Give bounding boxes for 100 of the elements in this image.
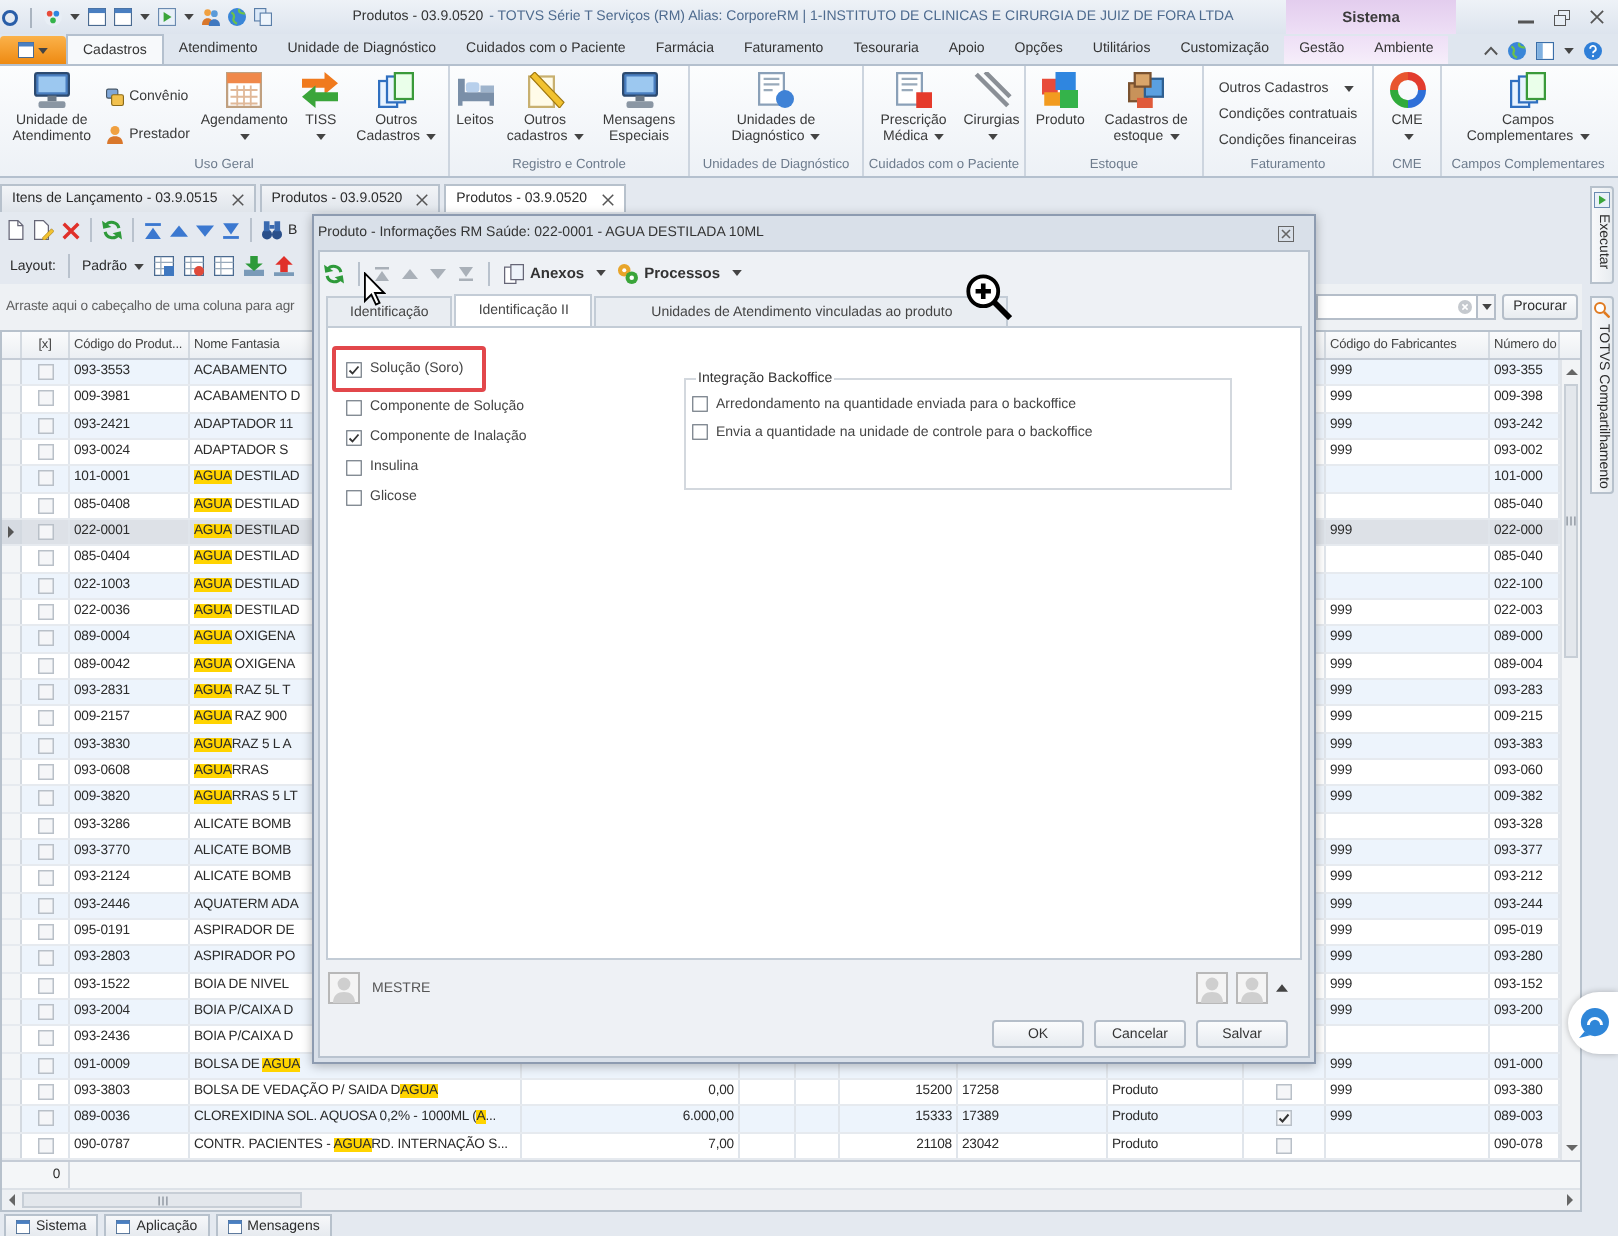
triangle-up-icon[interactable]	[170, 221, 188, 239]
row-indicator[interactable]	[2, 519, 22, 545]
checkbox[interactable]	[37, 1057, 53, 1074]
scrollbar-thumb[interactable]	[22, 1192, 302, 1208]
scrollbar-thumb[interactable]	[1564, 384, 1578, 658]
window-icon[interactable]	[88, 8, 106, 26]
checkbox[interactable]	[37, 1084, 53, 1101]
caret-down-icon	[1481, 304, 1491, 310]
people-icon[interactable]	[202, 8, 220, 26]
checkbox[interactable]	[37, 470, 53, 487]
checkbox[interactable]	[37, 604, 53, 621]
play-icon[interactable]	[158, 8, 176, 26]
last-record-icon[interactable]	[222, 221, 240, 239]
document-icon	[893, 72, 934, 108]
globe-icon[interactable]	[1508, 41, 1526, 59]
table-delete-icon[interactable]	[183, 256, 204, 276]
checkbox[interactable]	[37, 630, 53, 647]
checkbox[interactable]	[346, 489, 362, 505]
checkbox[interactable]	[37, 657, 53, 674]
table-icon[interactable]	[213, 256, 234, 276]
checkbox[interactable]	[692, 424, 708, 440]
triangle-down-icon[interactable]	[196, 221, 214, 239]
checkbox[interactable]	[37, 817, 53, 834]
delete-icon[interactable]	[62, 221, 80, 239]
checkbox[interactable]	[37, 1030, 53, 1047]
first-record-icon[interactable]	[144, 221, 162, 239]
checkbox[interactable]	[37, 737, 53, 754]
checkbox[interactable]	[37, 977, 53, 994]
refresh-icon[interactable]	[324, 263, 344, 283]
search-field[interactable]	[1316, 294, 1478, 320]
application-menu-button[interactable]	[0, 36, 66, 64]
horizontal-scrollbar[interactable]	[2, 1188, 1580, 1210]
close-icon	[601, 193, 614, 205]
checkbox[interactable]	[37, 1004, 53, 1021]
scroll-left-icon[interactable]	[6, 1194, 18, 1206]
close-icon[interactable]	[1278, 225, 1294, 241]
checkbox[interactable]	[37, 710, 53, 727]
cards-icon	[105, 88, 124, 106]
restore-icon[interactable]	[1554, 9, 1570, 25]
globe-icon[interactable]	[228, 8, 246, 26]
checkbox[interactable]	[346, 399, 362, 415]
window-icon[interactable]	[114, 8, 132, 26]
dropdown-button[interactable]	[1478, 294, 1496, 320]
copy-icon[interactable]	[254, 8, 272, 26]
checkbox[interactable]	[37, 1137, 53, 1154]
checkbox[interactable]	[37, 497, 53, 514]
checkbox[interactable]	[37, 764, 53, 781]
document-icon	[756, 72, 796, 108]
download-icon[interactable]	[243, 256, 264, 276]
upload-icon[interactable]	[273, 256, 294, 276]
close-icon[interactable]	[1590, 10, 1604, 24]
checkbox[interactable]	[1276, 1110, 1292, 1127]
refresh-icon[interactable]	[102, 220, 122, 240]
checkbox[interactable]	[346, 459, 362, 475]
checkbox[interactable]	[37, 897, 53, 914]
row-pointer-icon	[8, 526, 14, 539]
documents-icon	[376, 72, 417, 108]
avatar-icon	[1196, 972, 1228, 1004]
checkbox[interactable]	[37, 950, 53, 967]
documents-icon	[1508, 72, 1548, 108]
checkbox[interactable]	[37, 924, 53, 941]
checkbox[interactable]	[1276, 1137, 1292, 1154]
checkbox[interactable]	[37, 1110, 53, 1127]
checkbox[interactable]	[37, 524, 53, 541]
checkbox[interactable]	[37, 790, 53, 807]
checkbox[interactable]	[37, 844, 53, 861]
checkbox[interactable]	[346, 361, 362, 377]
zoom-cursor-icon	[966, 274, 1012, 320]
vertical-scrollbar[interactable]	[1560, 360, 1580, 1160]
checkbox[interactable]	[37, 417, 53, 434]
checkbox[interactable]	[1276, 1084, 1292, 1101]
grip-icon	[1566, 516, 1576, 526]
caret-up-icon[interactable]	[1276, 982, 1288, 994]
checkbox[interactable]	[37, 390, 53, 407]
help-icon[interactable]	[1584, 41, 1602, 59]
palette-icon[interactable]	[44, 8, 62, 26]
logo-icon[interactable]	[2, 9, 18, 25]
checkbox[interactable]	[37, 550, 53, 567]
monitor-icon	[619, 72, 659, 108]
checkbox[interactable]	[37, 364, 53, 381]
layout-icon[interactable]	[1536, 41, 1554, 59]
ring-icon	[1387, 72, 1427, 108]
minimize-icon[interactable]	[1518, 19, 1534, 23]
checkbox[interactable]	[692, 396, 708, 412]
pencil-paper-icon	[525, 72, 565, 108]
table-save-icon[interactable]	[153, 256, 174, 276]
checkbox[interactable]	[37, 577, 53, 594]
checkbox[interactable]	[346, 429, 362, 445]
scroll-down-icon[interactable]	[1565, 1142, 1577, 1154]
chevron-up-icon[interactable]	[1484, 45, 1498, 55]
checkbox[interactable]	[37, 684, 53, 701]
caret-down-icon	[140, 14, 150, 20]
edit-document-icon[interactable]	[34, 220, 54, 240]
checkbox[interactable]	[37, 870, 53, 887]
scroll-right-icon[interactable]	[1564, 1194, 1576, 1206]
new-document-icon[interactable]	[6, 220, 26, 240]
scroll-up-icon[interactable]	[1565, 366, 1577, 378]
caret-down-icon[interactable]	[1564, 47, 1574, 53]
checkbox[interactable]	[37, 444, 53, 461]
window-icon	[16, 1219, 30, 1233]
